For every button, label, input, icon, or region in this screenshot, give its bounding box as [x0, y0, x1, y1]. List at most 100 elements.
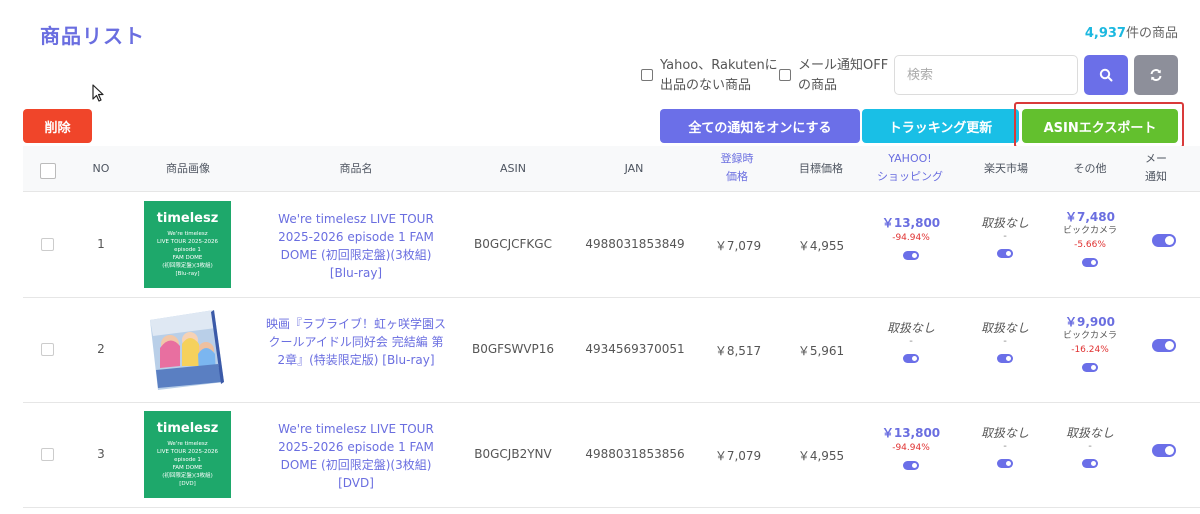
- header-jan: JAN: [624, 162, 644, 175]
- row-jan: 4988031853856: [585, 447, 685, 461]
- yahoo-toggle[interactable]: [903, 251, 919, 260]
- product-image[interactable]: timelesz We're timelesz LIVE TOUR 2025-2…: [144, 201, 231, 288]
- row-reg-price: ￥7,079: [714, 239, 762, 253]
- search-input[interactable]: [894, 55, 1078, 95]
- yahoo-price-cell: ￥13,800 -94.94%: [866, 215, 956, 264]
- page-title: 商品リスト: [40, 24, 145, 48]
- row-reg-price: ￥8,517: [714, 344, 762, 358]
- other-diff: -16.24%: [1071, 345, 1109, 355]
- rakuten-toggle[interactable]: [997, 459, 1013, 468]
- filter-no-listing-label-2: 出品のない商品: [660, 78, 752, 93]
- reset-button[interactable]: [1134, 55, 1178, 95]
- row-target-price: ￥4,955: [797, 449, 845, 463]
- yahoo-toggle[interactable]: [903, 461, 919, 470]
- rakuten-dash: -: [1003, 231, 1007, 242]
- rakuten-price-cell: 取扱なし -: [960, 425, 1050, 472]
- yahoo-price-cell: ￥13,800 -94.94%: [866, 425, 956, 474]
- delete-button[interactable]: 削除: [23, 109, 92, 143]
- header-image: 商品画像: [166, 162, 210, 175]
- other-dash: -: [1088, 441, 1092, 452]
- other-toggle[interactable]: [1082, 258, 1098, 267]
- yahoo-none: 取扱なし: [886, 321, 935, 335]
- search-icon: [1099, 68, 1113, 82]
- table-row: 3 timelesz We're timelesz LIVE TOUR 2025…: [23, 403, 1200, 508]
- header-mail: メー 通知: [1145, 150, 1185, 186]
- header-mail-1: メー: [1145, 152, 1167, 165]
- product-name-link[interactable]: We're timelesz LIVE TOUR 2025-2026 episo…: [266, 210, 446, 282]
- row-no: 2: [97, 342, 105, 356]
- header-target-price: 目標価格: [799, 162, 843, 175]
- header-yahoo-1: YAHOO!: [888, 152, 932, 165]
- other-price-cell: ￥9,900 ビックカメラ -16.24%: [1045, 314, 1135, 376]
- rakuten-price-cell: 取扱なし -: [960, 215, 1050, 262]
- other-none: 取扱なし: [1065, 426, 1114, 440]
- mail-notify-toggle[interactable]: [1152, 339, 1176, 352]
- filter-no-listing[interactable]: Yahoo、Rakutenに 出品のない商品: [641, 56, 778, 96]
- other-price-cell: 取扱なし -: [1045, 425, 1135, 472]
- row-checkbox[interactable]: [41, 343, 54, 356]
- header-rakuten: 楽天市場: [984, 162, 1028, 175]
- header-asin: ASIN: [500, 162, 526, 175]
- filter-no-listing-label-1: Yahoo、Rakutenに: [660, 58, 778, 73]
- row-asin: B0GCJCFKGC: [474, 237, 552, 251]
- row-no: 3: [97, 447, 105, 461]
- filter-no-listing-checkbox[interactable]: [641, 69, 653, 81]
- product-count: 4,937件の商品: [1085, 22, 1178, 41]
- sync-icon: [1150, 69, 1162, 81]
- mail-notify-toggle[interactable]: [1152, 234, 1176, 247]
- product-name-link[interactable]: We're timelesz LIVE TOUR 2025-2026 episo…: [266, 420, 446, 492]
- other-toggle[interactable]: [1082, 363, 1098, 372]
- other-price-cell: ￥7,480 ビックカメラ -5.66%: [1045, 209, 1135, 271]
- row-target-price: ￥4,955: [797, 239, 845, 253]
- product-image[interactable]: timelesz We're timelesz LIVE TOUR 2025-2…: [144, 411, 231, 498]
- select-all-checkbox[interactable]: [40, 163, 56, 179]
- header-reg-price-2: 価格: [726, 170, 748, 183]
- rakuten-price-cell: 取扱なし -: [960, 320, 1050, 367]
- mail-notify-toggle[interactable]: [1152, 444, 1176, 457]
- yahoo-dash: -: [909, 336, 913, 347]
- rakuten-none: 取扱なし: [980, 216, 1029, 230]
- rakuten-dash: -: [1003, 441, 1007, 452]
- rakuten-none: 取扱なし: [980, 426, 1029, 440]
- yahoo-price: ￥13,800: [881, 216, 941, 230]
- row-asin: B0GFSWVP16: [471, 342, 555, 356]
- search-button[interactable]: [1084, 55, 1128, 95]
- filter-mail-off-checkbox[interactable]: [779, 69, 791, 81]
- table-row: 1 timelesz We're timelesz LIVE TOUR 2025…: [23, 193, 1200, 298]
- product-image[interactable]: [144, 306, 231, 393]
- yahoo-toggle[interactable]: [903, 354, 919, 363]
- rakuten-toggle[interactable]: [997, 249, 1013, 258]
- other-shop: ビックカメラ: [1062, 226, 1117, 236]
- other-price: ￥9,900: [1065, 315, 1115, 329]
- row-target-price: ￥5,961: [797, 344, 845, 358]
- header-other: その他: [1073, 162, 1107, 175]
- filter-mail-off[interactable]: メール通知OFF の商品: [779, 56, 888, 96]
- row-jan: 4934569370051: [585, 342, 685, 356]
- rakuten-none: 取扱なし: [980, 321, 1029, 335]
- other-toggle[interactable]: [1082, 459, 1098, 468]
- product-name-link[interactable]: 映画『ラブライブ！虹ヶ咲学園スクールアイドル同好会 完結編 第2章』(特装限定版…: [266, 315, 446, 369]
- other-price: ￥7,480: [1065, 210, 1115, 224]
- table-header: NO 商品画像 商品名 ASIN JAN 登録時 価格 目標価格 YAHOO! …: [23, 146, 1200, 192]
- header-reg-price: 登録時 価格: [706, 150, 768, 186]
- product-image-title: timelesz: [156, 421, 219, 436]
- header-reg-price-1: 登録時: [720, 152, 754, 165]
- product-image-title: timelesz: [156, 211, 219, 226]
- other-shop: ビックカメラ: [1062, 331, 1117, 341]
- header-mail-2: 通知: [1145, 170, 1167, 183]
- yahoo-price: ￥13,800: [881, 426, 941, 440]
- asin-export-button[interactable]: ASINエクスポート: [1022, 109, 1178, 143]
- rakuten-toggle[interactable]: [997, 354, 1013, 363]
- tracking-update-button[interactable]: トラッキング更新: [862, 109, 1019, 143]
- yahoo-diff: -94.94%: [892, 233, 930, 243]
- row-checkbox[interactable]: [41, 448, 54, 461]
- product-image-text: We're timelesz LIVE TOUR 2025-2026 episo…: [157, 231, 218, 277]
- product-count-number: 4,937: [1084, 26, 1126, 41]
- header-no: NO: [92, 162, 110, 175]
- yahoo-price-cell: 取扱なし -: [866, 320, 956, 367]
- all-notify-on-button[interactable]: 全ての通知をオンにする: [660, 109, 860, 143]
- filter-mail-off-label-2: の商品: [798, 78, 838, 93]
- row-no: 1: [97, 237, 105, 251]
- row-checkbox[interactable]: [41, 238, 54, 251]
- header-yahoo: YAHOO! ショッピング: [865, 150, 955, 186]
